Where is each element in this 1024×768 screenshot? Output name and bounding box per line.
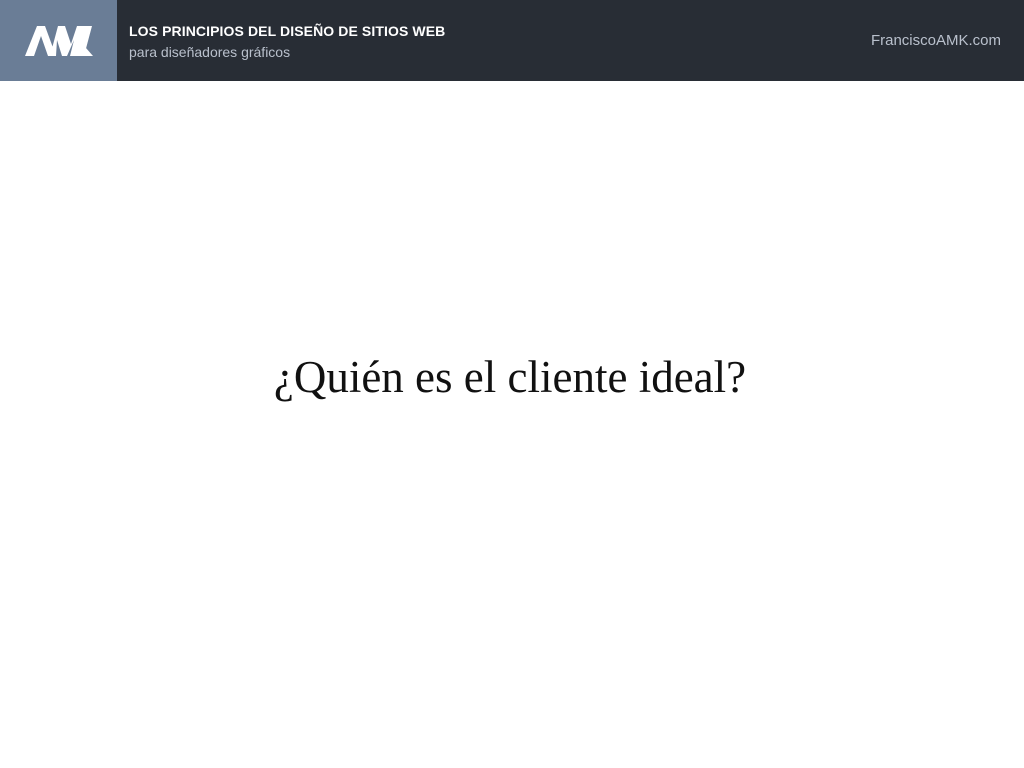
slide-question: ¿Quién es el cliente ideal? <box>273 352 747 402</box>
logo <box>0 0 117 81</box>
amk-logo-icon <box>24 25 93 56</box>
slide-header: LOS PRINCIPIOS DEL DISEÑO DE SITIOS WEB … <box>0 0 1024 81</box>
site-link[interactable]: FranciscoAMK.com <box>871 32 1001 49</box>
presentation-slide: LOS PRINCIPIOS DEL DISEÑO DE SITIOS WEB … <box>0 0 1024 768</box>
